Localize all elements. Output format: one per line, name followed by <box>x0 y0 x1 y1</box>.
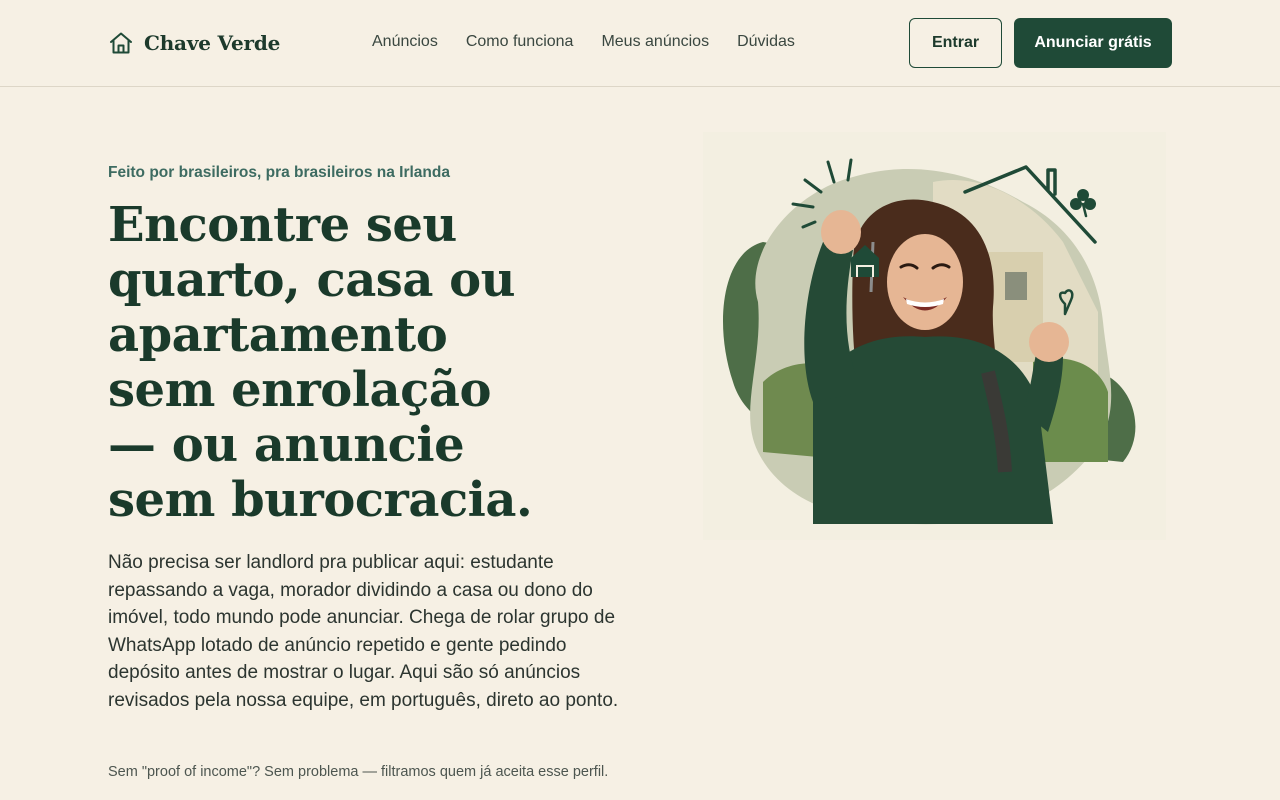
headline-line: apartamento <box>108 307 448 363</box>
nav-link-como-funciona[interactable]: Como funciona <box>466 33 574 51</box>
headline-line: sem enrolação <box>108 362 491 418</box>
brand-name: Chave Verde <box>144 31 281 55</box>
nav-link-meus-anuncios[interactable]: Meus anúncios <box>601 33 709 51</box>
brand-logo[interactable]: Chave Verde <box>108 28 280 58</box>
house-icon <box>110 32 132 54</box>
login-button[interactable]: Entrar <box>909 18 1002 68</box>
hero-description: Não precisa ser landlord pra publicar aq… <box>108 552 619 711</box>
hero-eyebrow: Feito por brasileiros, pra brasileiros n… <box>108 164 450 181</box>
headline-line: Encontre seu <box>108 197 457 253</box>
headline-line: — ou anuncie <box>108 417 465 473</box>
hero-headline: Encontre seu quarto, casa ou apartamento… <box>108 198 628 528</box>
headline-line: sem burocracia. <box>108 472 533 528</box>
site-header: Chave Verde Anúncios Como funciona Meus … <box>0 0 1280 87</box>
hero-note: Sem "proof of income"? Sem problema — fi… <box>108 764 609 780</box>
nav-link-anuncios[interactable]: Anúncios <box>372 33 438 51</box>
nav-link-duvidas[interactable]: Dúvidas <box>737 33 795 51</box>
shamrock-icon <box>1070 189 1096 218</box>
hero-illustration <box>703 132 1166 540</box>
headline-line: quarto, casa ou <box>108 252 516 308</box>
hero-illustration-svg <box>723 158 1136 525</box>
post-listing-button[interactable]: Anunciar grátis <box>1014 18 1172 68</box>
main-nav: Anúncios Como funciona Meus anúncios Dúv… <box>372 32 795 52</box>
